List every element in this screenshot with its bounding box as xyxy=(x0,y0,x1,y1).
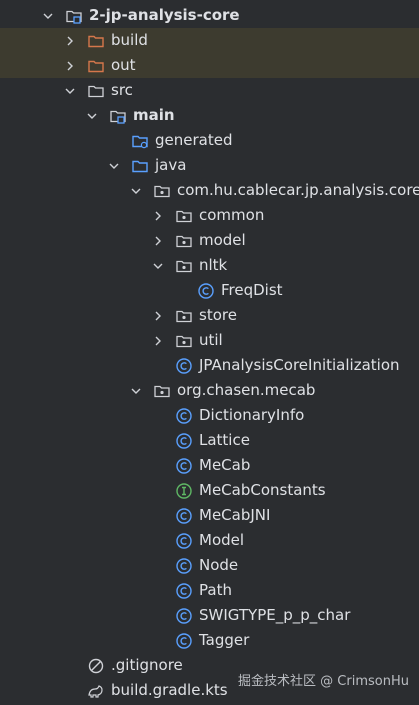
class-icon xyxy=(175,357,193,375)
tree-item-label: FreqDist xyxy=(221,281,283,299)
tree-item-store[interactable]: store xyxy=(0,303,419,328)
tree-item-out[interactable]: out xyxy=(0,53,419,78)
tree-item-lattice[interactable]: Lattice xyxy=(0,428,419,453)
tree-item-generated[interactable]: generated xyxy=(0,128,419,153)
tree-item-label: org.chasen.mecab xyxy=(177,381,316,399)
tree-item-label: nltk xyxy=(199,256,228,274)
chevron-right-icon[interactable] xyxy=(151,334,165,348)
class-icon xyxy=(175,582,193,600)
package-icon xyxy=(153,382,171,400)
tree-item-mecab[interactable]: MeCab xyxy=(0,453,419,478)
class-icon xyxy=(197,282,215,300)
project-tree: 2-jp-analysis-core build out src main generat… xyxy=(0,3,419,703)
tree-item-label: .gitignore xyxy=(111,656,183,674)
tree-item-label: MeCabJNI xyxy=(199,506,271,524)
tree-item-dictionaryinfo[interactable]: DictionaryInfo xyxy=(0,403,419,428)
tree-item-tagger[interactable]: Tagger xyxy=(0,628,419,653)
class-icon xyxy=(175,532,193,550)
package-icon xyxy=(175,307,193,325)
chevron-right-icon[interactable] xyxy=(151,309,165,323)
class-icon xyxy=(175,407,193,425)
tree-item-label: model xyxy=(199,231,246,249)
tree-item-label: JPAnalysisCoreInitialization xyxy=(199,356,400,374)
tree-item-common[interactable]: common xyxy=(0,203,419,228)
tree-item-mecabjni[interactable]: MeCabJNI xyxy=(0,503,419,528)
excluded-folder-icon xyxy=(87,32,105,50)
gitignore-icon xyxy=(87,657,105,675)
watermark: 掘金技术社区 @ CrimsonHu xyxy=(238,674,409,689)
tree-item-java[interactable]: java xyxy=(0,153,419,178)
tree-item-label: Node xyxy=(199,556,239,574)
chevron-down-icon[interactable] xyxy=(41,9,55,23)
chevron-right-icon[interactable] xyxy=(151,234,165,248)
tree-item-model[interactable]: model xyxy=(0,228,419,253)
chevron-right-icon[interactable] xyxy=(63,34,77,48)
chevron-right-icon[interactable] xyxy=(151,209,165,223)
chevron-down-icon[interactable] xyxy=(129,384,143,398)
tree-item-com-hu-cablecar-jp-analysis-core[interactable]: com.hu.cablecar.jp.analysis.core xyxy=(0,178,419,203)
excluded-folder-icon xyxy=(87,57,105,75)
package-icon xyxy=(175,332,193,350)
tree-item-freqdist[interactable]: FreqDist xyxy=(0,278,419,303)
tree-item-path[interactable]: Path xyxy=(0,578,419,603)
tree-item-label: Tagger xyxy=(199,631,250,649)
tree-item-label: build.gradle.kts xyxy=(111,681,228,699)
tree-item-label: Model xyxy=(199,531,245,549)
package-icon xyxy=(175,232,193,250)
gradle-icon xyxy=(87,682,105,700)
chevron-down-icon[interactable] xyxy=(85,109,99,123)
tree-item-label: main xyxy=(133,106,175,124)
tree-item-label: src xyxy=(111,81,133,99)
tree-item-model[interactable]: Model xyxy=(0,528,419,553)
tree-item-2-jp-analysis-core[interactable]: 2-jp-analysis-core xyxy=(0,3,419,28)
tree-item-label: com.hu.cablecar.jp.analysis.core xyxy=(177,181,419,199)
tree-item-label: 2-jp-analysis-core xyxy=(89,6,240,24)
chevron-down-icon[interactable] xyxy=(151,259,165,273)
package-icon xyxy=(153,182,171,200)
tree-item-org-chasen-mecab[interactable]: org.chasen.mecab xyxy=(0,378,419,403)
chevron-down-icon[interactable] xyxy=(129,184,143,198)
tree-item-label: MeCab xyxy=(199,456,251,474)
tree-item-jpanalysiscoreinitialization[interactable]: JPAnalysisCoreInitialization xyxy=(0,353,419,378)
tree-item-main[interactable]: main xyxy=(0,103,419,128)
class-icon xyxy=(175,607,193,625)
class-icon xyxy=(175,507,193,525)
interface-icon xyxy=(175,482,193,500)
tree-item-build[interactable]: build xyxy=(0,28,419,53)
tree-item-label: common xyxy=(199,206,265,224)
class-icon xyxy=(175,632,193,650)
class-icon xyxy=(175,432,193,450)
tree-item-util[interactable]: util xyxy=(0,328,419,353)
tree-item-label: java xyxy=(155,156,187,174)
tree-item-label: SWIGTYPE_p_p_char xyxy=(199,606,351,624)
tree-item-mecabconstants[interactable]: MeCabConstants xyxy=(0,478,419,503)
tree-item-label: MeCabConstants xyxy=(199,481,326,499)
tree-item-swigtype-p-p-char[interactable]: SWIGTYPE_p_p_char xyxy=(0,603,419,628)
package-icon xyxy=(175,207,193,225)
package-icon xyxy=(175,257,193,275)
tree-item-label: util xyxy=(199,331,223,349)
tree-item-label: build xyxy=(111,31,148,49)
tree-item-label: Path xyxy=(199,581,232,599)
tree-item-label: Lattice xyxy=(199,431,250,449)
module-folder-icon xyxy=(65,7,83,25)
tree-item-src[interactable]: src xyxy=(0,78,419,103)
tree-item-node[interactable]: Node xyxy=(0,553,419,578)
tree-item-label: store xyxy=(199,306,237,324)
chevron-down-icon[interactable] xyxy=(63,84,77,98)
java-source-folder-icon xyxy=(131,157,149,175)
folder-icon xyxy=(87,82,105,100)
source-root-folder-icon xyxy=(109,107,127,125)
tree-item-label: DictionaryInfo xyxy=(199,406,305,424)
class-icon xyxy=(175,557,193,575)
chevron-right-icon[interactable] xyxy=(63,59,77,73)
tree-item-label: out xyxy=(111,56,136,74)
generated-sources-folder-icon xyxy=(131,132,149,150)
tree-item-nltk[interactable]: nltk xyxy=(0,253,419,278)
tree-item-label: generated xyxy=(155,131,233,149)
chevron-down-icon[interactable] xyxy=(107,159,121,173)
class-icon xyxy=(175,457,193,475)
